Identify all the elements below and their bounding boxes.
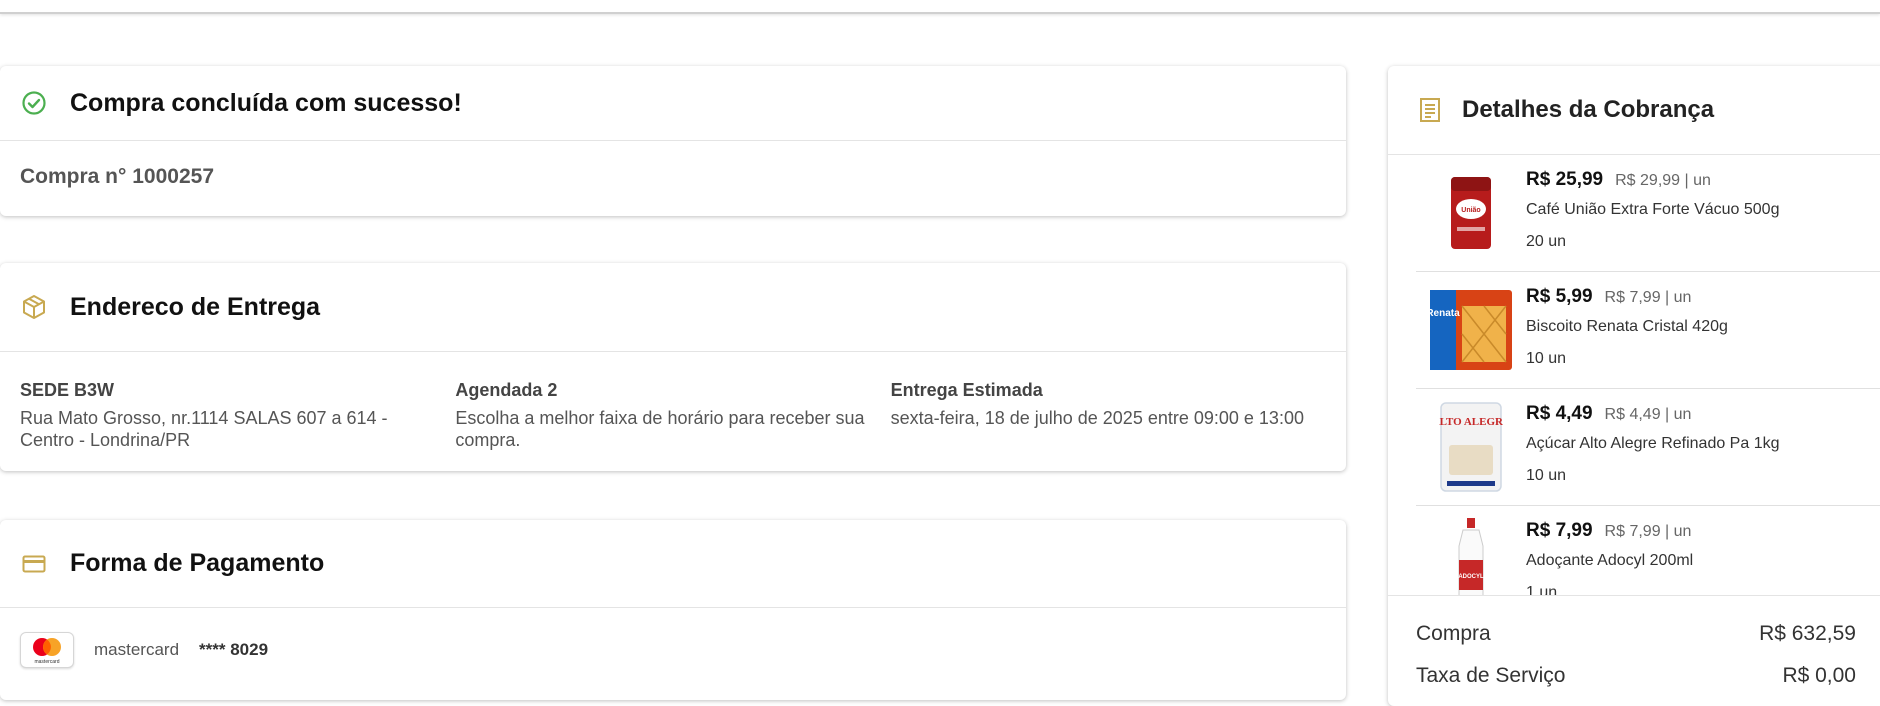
receipt-icon — [1416, 96, 1444, 124]
billing-title: Detalhes da Cobrança — [1462, 96, 1715, 123]
subtotal-label: Compra — [1416, 622, 1491, 645]
payment-card: Forma de Pagamento mastercard mastercard… — [0, 520, 1346, 700]
address-schedule: Agendada 2 Escolha a melhor faixa de hor… — [455, 380, 890, 451]
estimate-heading: Entrega Estimada — [890, 380, 1043, 400]
item-price: R$ 25,99 — [1526, 169, 1604, 190]
svg-text:ADOCYL: ADOCYL — [1458, 574, 1484, 580]
address-details: SEDE B3W Rua Mato Grosso, nr.1114 SALAS … — [0, 352, 1346, 451]
success-card: Compra concluída com sucesso! Compra n° … — [0, 66, 1346, 216]
product-image-acucar: ALTO ALEGRE — [1416, 389, 1526, 505]
mastercard-logo-icon: mastercard — [20, 632, 74, 668]
product-image-adocante: ADOCYL — [1416, 506, 1526, 595]
list-item: Renata R$ 5,99 R$ 7,99 | un Biscoito Ren… — [1416, 272, 1880, 389]
item-unit-price: R$ 4,49 | un — [1604, 406, 1692, 423]
list-item: ADOCYL R$ 7,99 R$ 7,99 | un Adoçante Ado… — [1416, 506, 1880, 596]
subtotal-value: R$ 632,59 — [1759, 622, 1856, 645]
estimate-text: sexta-feira, 18 de julho de 2025 entre 0… — [890, 408, 1304, 428]
svg-text:Renata: Renata — [1428, 308, 1460, 319]
fee-row: Taxa de Serviço R$ 0,00 — [1388, 646, 1880, 688]
payment-header: Forma de Pagamento — [0, 520, 1346, 608]
item-name: Biscoito Renata Cristal 420g — [1526, 318, 1728, 335]
order-number: Compra n° 1000257 — [20, 165, 214, 188]
item-price: R$ 5,99 — [1526, 286, 1593, 307]
success-header: Compra concluída com sucesso! — [0, 66, 1346, 141]
location-text: Rua Mato Grosso, nr.1114 SALAS 607 a 614… — [20, 408, 388, 450]
address-estimate: Entrega Estimada sexta-feira, 18 de julh… — [891, 380, 1326, 451]
credit-card-icon — [20, 550, 48, 578]
item-quantity: 1 un — [1526, 584, 1558, 596]
item-price: R$ 7,99 — [1526, 520, 1593, 541]
success-title: Compra concluída com sucesso! — [70, 88, 462, 117]
item-quantity: 20 un — [1526, 233, 1567, 250]
billing-header: Detalhes da Cobrança — [1388, 66, 1880, 155]
address-location: SEDE B3W Rua Mato Grosso, nr.1114 SALAS … — [20, 380, 455, 451]
fee-label: Taxa de Serviço — [1416, 664, 1566, 687]
item-price: R$ 4,49 — [1526, 403, 1593, 424]
item-unit-price: R$ 7,99 | un — [1604, 523, 1692, 540]
item-quantity: 10 un — [1526, 350, 1567, 367]
payment-method: mastercard mastercard **** 8029 — [0, 608, 1346, 692]
card-number: **** 8029 — [199, 640, 269, 659]
svg-text:ALTO ALEGRE: ALTO ALEGRE — [1439, 416, 1503, 428]
schedule-heading: Agendada 2 — [455, 380, 558, 400]
svg-text:mastercard: mastercard — [34, 659, 59, 665]
delivery-address-card: Endereco de Entrega SEDE B3W Rua Mato Gr… — [0, 263, 1346, 471]
top-bar — [0, 0, 1880, 14]
product-image-cafe: União — [1416, 155, 1526, 271]
payment-title: Forma de Pagamento — [70, 549, 325, 577]
location-heading: SEDE B3W — [20, 380, 115, 400]
billing-details-card: Detalhes da Cobrança União R$ 25,99 R$ 2… — [1388, 66, 1880, 706]
package-icon — [20, 293, 48, 321]
address-header: Endereco de Entrega — [0, 263, 1346, 352]
schedule-text: Escolha a melhor faixa de horário para r… — [455, 408, 865, 450]
item-quantity: 10 un — [1526, 467, 1567, 484]
list-item: ALTO ALEGRE R$ 4,49 R$ 4,49 | un Açúcar … — [1416, 389, 1880, 506]
item-unit-price: R$ 29,99 | un — [1615, 172, 1711, 189]
list-item: União R$ 25,99 R$ 29,99 | un Café União … — [1416, 155, 1880, 272]
address-title: Endereco de Entrega — [70, 292, 321, 321]
check-circle-icon — [20, 89, 48, 117]
item-name: Adoçante Adocyl 200ml — [1526, 552, 1694, 569]
item-name: Café União Extra Forte Vácuo 500g — [1526, 201, 1780, 218]
item-name: Açúcar Alto Alegre Refinado Pa 1kg — [1526, 435, 1780, 452]
item-unit-price: R$ 7,99 | un — [1604, 289, 1692, 306]
fee-value: R$ 0,00 — [1782, 664, 1856, 687]
card-brand: mastercard — [94, 640, 180, 659]
subtotal-row: Compra R$ 632,59 — [1388, 596, 1880, 646]
billing-items-list[interactable]: União R$ 25,99 R$ 29,99 | un Café União … — [1388, 155, 1880, 596]
svg-text:União: União — [1461, 207, 1480, 214]
product-image-biscoito: Renata — [1416, 272, 1526, 388]
